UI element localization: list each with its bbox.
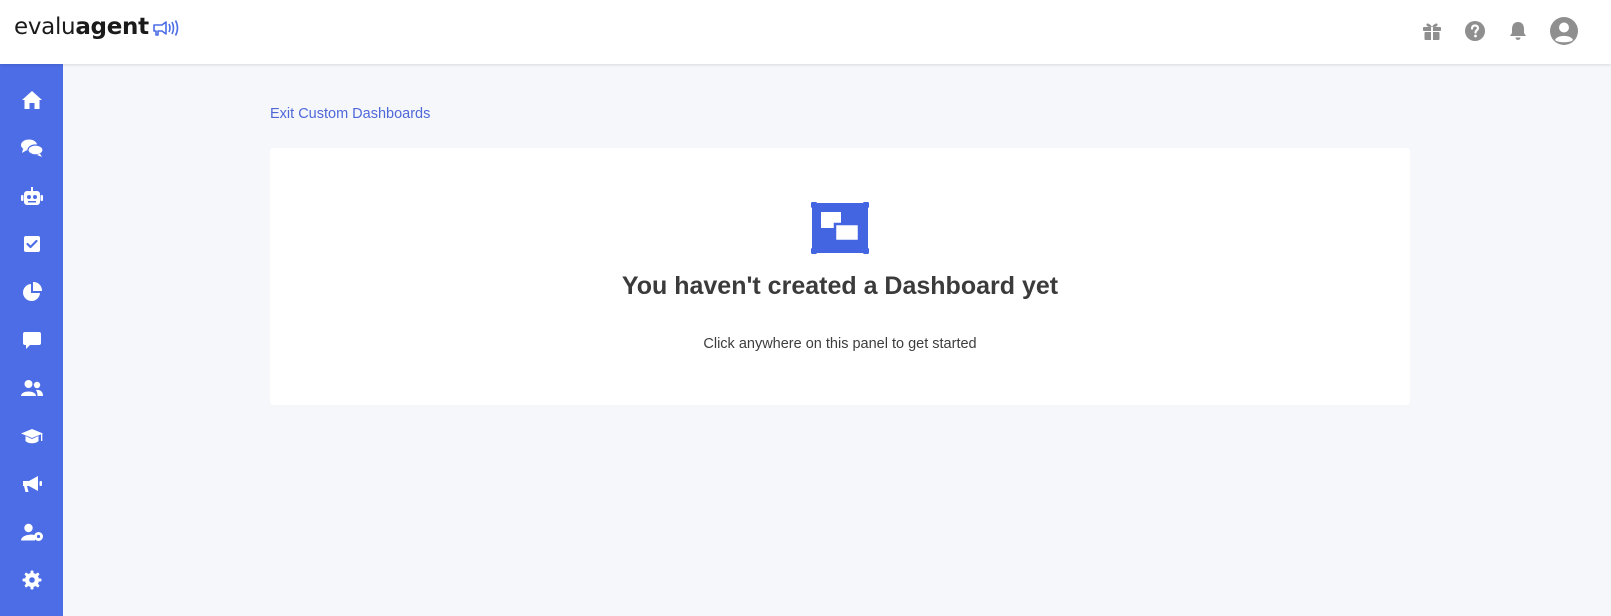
gear-icon [22, 570, 41, 590]
top-bar: evalu agent [0, 0, 1611, 64]
logo[interactable]: evalu agent [14, 14, 182, 40]
pie-chart-icon [22, 281, 42, 301]
sidebar-item-tasks[interactable] [0, 220, 63, 268]
sidebar-item-bot[interactable] [0, 172, 63, 220]
users-icon [20, 380, 43, 396]
sidebar-item-home[interactable] [0, 76, 63, 124]
comment-icon [22, 332, 41, 349]
sidebar-item-announcements[interactable] [0, 460, 63, 508]
checklist-icon [23, 236, 40, 252]
exit-custom-dashboards-link[interactable]: Exit Custom Dashboards [270, 106, 430, 122]
sidebar-item-feedback[interactable] [0, 316, 63, 364]
sidebar-item-reports[interactable] [0, 268, 63, 316]
sidebar-item-training[interactable] [0, 412, 63, 460]
gift-icon[interactable] [1419, 18, 1445, 44]
home-icon [21, 91, 42, 109]
sidebar-item-conversations[interactable] [0, 124, 63, 172]
logo-text-light: evalu [14, 14, 76, 40]
conversations-icon [20, 139, 44, 157]
bell-icon[interactable] [1505, 18, 1531, 44]
sidebar-item-users[interactable] [0, 364, 63, 412]
robot-icon [20, 187, 43, 205]
sidebar-item-user-settings[interactable] [0, 508, 63, 556]
graduation-cap-icon [20, 429, 43, 444]
logo-megaphone-icon [152, 20, 179, 36]
user-avatar-icon[interactable] [1549, 16, 1579, 46]
empty-state-title: You haven't created a Dashboard yet [621, 272, 1059, 300]
create-dashboard-panel[interactable]: You haven't created a Dashboard yet Clic… [270, 148, 1410, 405]
sidebar [0, 64, 63, 616]
empty-state-subtitle: Click anywhere on this panel to get star… [703, 336, 977, 352]
user-settings-icon [20, 523, 43, 541]
dashboard-layout-icon [811, 202, 869, 259]
sidebar-item-settings[interactable] [0, 556, 63, 604]
header-icons [1402, 16, 1579, 46]
megaphone-icon [22, 476, 42, 492]
logo-text-bold: agent [75, 14, 149, 40]
help-icon[interactable] [1462, 18, 1488, 44]
